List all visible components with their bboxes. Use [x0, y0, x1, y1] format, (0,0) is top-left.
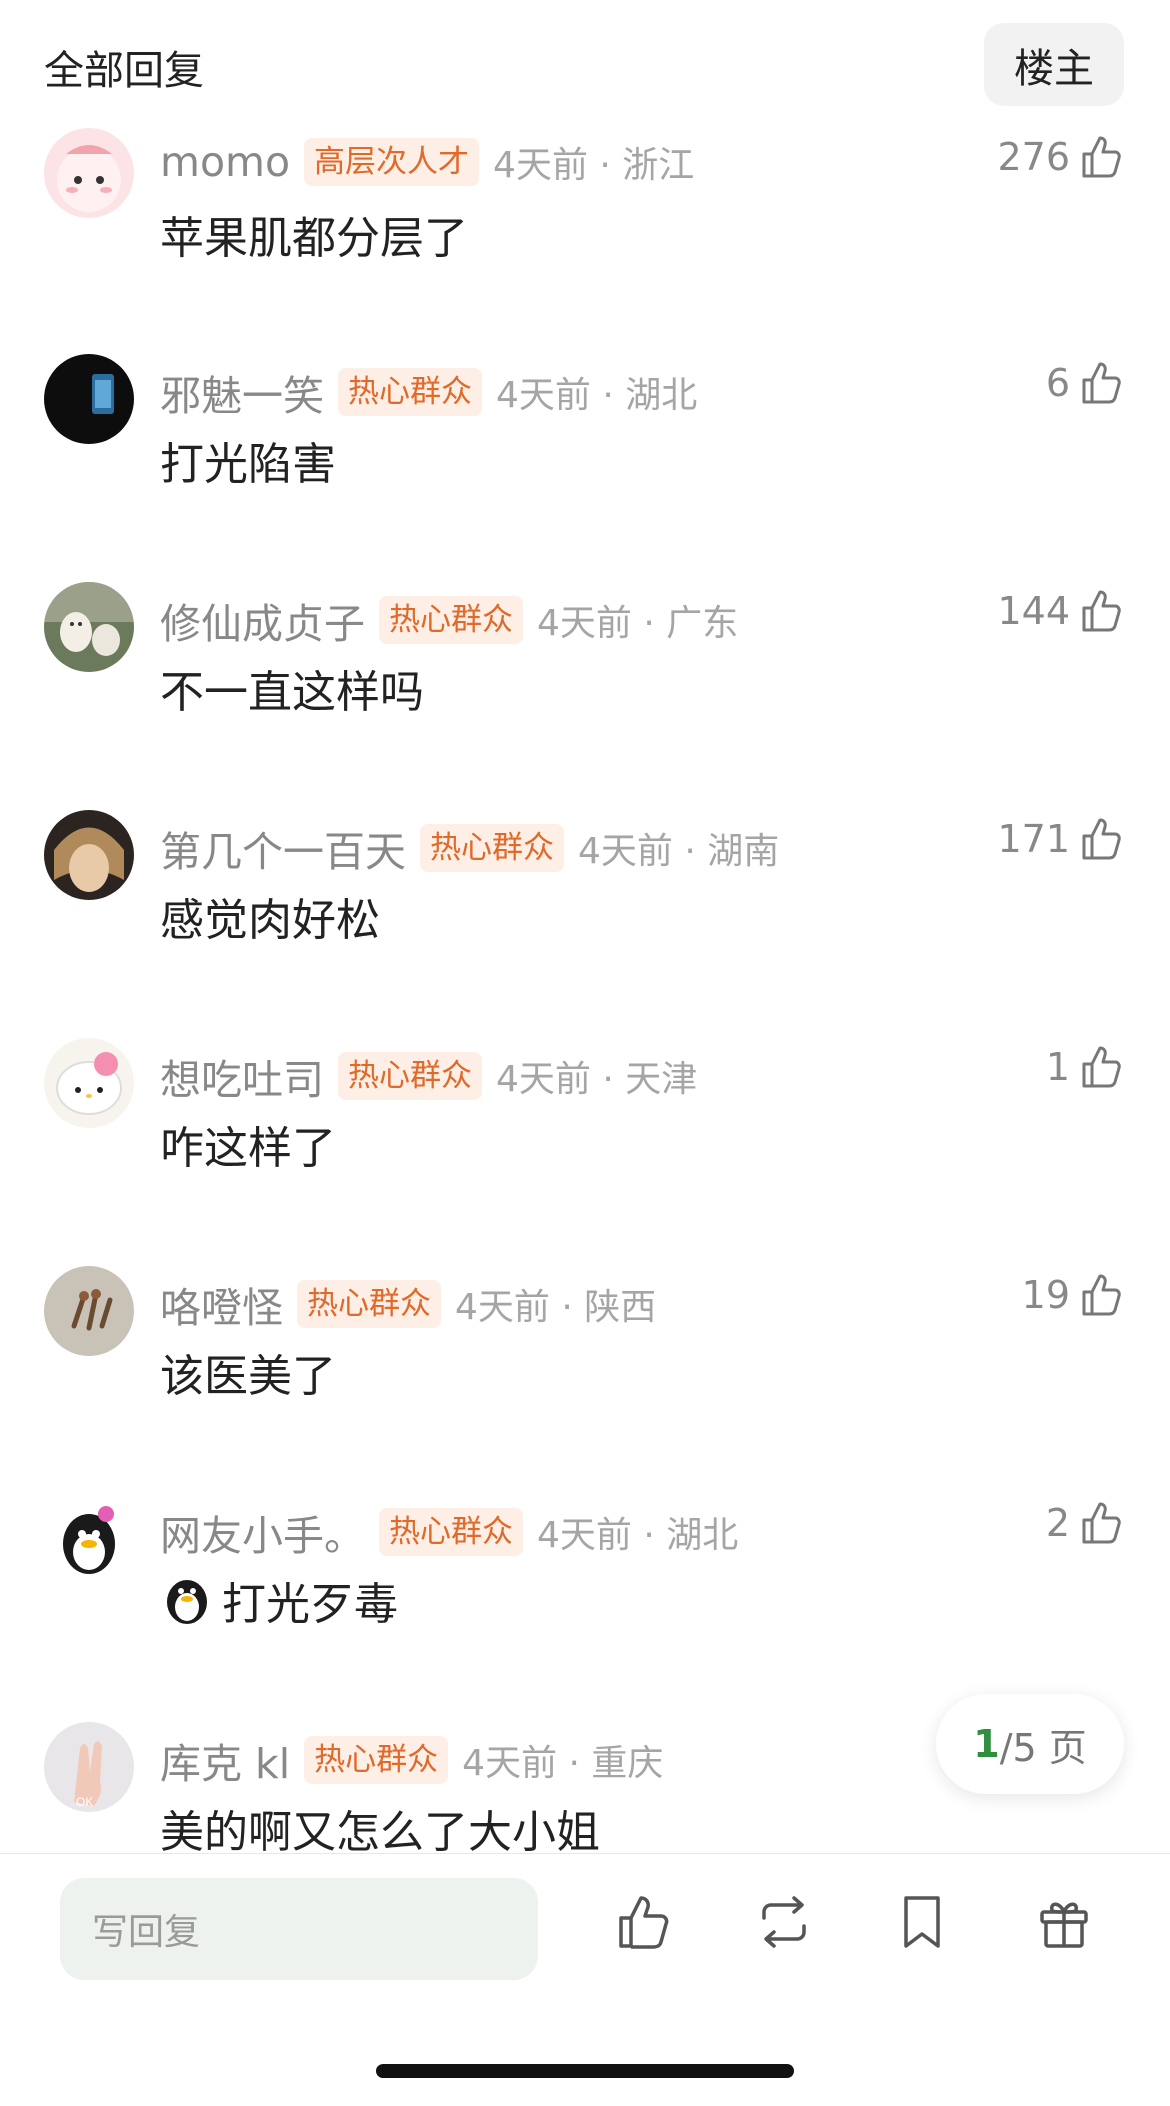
bottom-action-bar: 写回复 [0, 1853, 1170, 2106]
user-badge: 热心群众 [297, 1280, 441, 1328]
comment-text: 美的啊又怎么了大小姐 [160, 1807, 600, 1858]
comment-meta: momo 高层次人才 4天前 · 浙江 [160, 136, 694, 188]
avatar[interactable] [44, 354, 134, 444]
time-location: 4天前 · 湖南 [578, 831, 780, 872]
user-badge: 高层次人才 [304, 138, 480, 186]
home-indicator [376, 2064, 794, 2078]
avatar[interactable] [44, 1038, 134, 1128]
comment-meta: 修仙成贞子 热心群众 4天前 · 广东 [160, 590, 738, 650]
like-count: 171 [997, 817, 1070, 861]
header: 全部回复 楼主 [0, 0, 1170, 120]
like-count: 2 [1045, 1501, 1070, 1545]
comment-item: 邪魅一笑 热心群众 4天前 · 湖北 打光陷害 6 [0, 354, 1170, 582]
avatar[interactable] [44, 810, 134, 900]
avatar[interactable] [44, 582, 134, 672]
username[interactable]: 想吃吐司 [160, 1046, 324, 1106]
thumbs-up-icon [1076, 814, 1126, 864]
like-button[interactable]: 171 [997, 814, 1126, 864]
time-location: 4天前 · 湖北 [537, 1515, 739, 1556]
thumbs-up-icon [1076, 132, 1126, 182]
time-location: 4天前 · 重庆 [462, 1743, 664, 1784]
comment-item: momo 高层次人才 4天前 · 浙江 苹果肌都分层了 276 [0, 128, 1170, 356]
comment-meta: 第几个一百天 热心群众 4天前 · 湖南 [160, 818, 779, 878]
username[interactable]: 修仙成贞子 [160, 590, 365, 650]
like-count: 1 [1045, 1045, 1070, 1089]
like-button[interactable]: 6 [1046, 358, 1126, 408]
user-badge: 热心群众 [338, 368, 482, 416]
thumbs-up-icon [1076, 586, 1126, 636]
time-location: 4天前 · 广东 [537, 603, 739, 644]
total-pages: /5 页 [999, 1725, 1087, 1770]
avatar[interactable] [44, 1266, 134, 1356]
thumbs-up-icon [1076, 1270, 1126, 1320]
comment-text: 该医美了 [160, 1351, 336, 1402]
like-button[interactable]: 2 [1046, 1498, 1126, 1548]
thumbs-up-icon [1076, 1498, 1126, 1548]
page-indicator[interactable]: 1 /5 页 [936, 1694, 1124, 1794]
user-badge: 热心群众 [338, 1052, 482, 1100]
username[interactable]: 第几个一百天 [160, 818, 406, 878]
comment-item: 想吃吐司 热心群众 4天前 · 天津 咋这样了 1 [0, 1038, 1170, 1266]
reply-input[interactable]: 写回复 [60, 1878, 538, 1980]
thumbs-up-icon [1076, 358, 1126, 408]
comment-text: 打光陷害 [160, 439, 336, 490]
comment-text: 打光歹毒 [160, 1568, 398, 1632]
username[interactable]: 网友小手。 [160, 1502, 365, 1562]
comment-meta: 想吃吐司 热心群众 4天前 · 天津 [160, 1046, 697, 1106]
comment-item: 咯噔怪 热心群众 4天前 · 陕西 该医美了 19 [0, 1266, 1170, 1494]
like-button[interactable]: 1 [1046, 1042, 1126, 1092]
avatar[interactable] [44, 1494, 134, 1584]
comment-text: 感觉肉好松 [160, 895, 380, 946]
time-location: 4天前 · 湖北 [496, 375, 698, 416]
like-count: 19 [1021, 1273, 1070, 1317]
comment-meta: 库克 kl 热心群众 4天前 · 重庆 [160, 1730, 663, 1790]
like-post-icon[interactable] [613, 1890, 677, 1954]
current-page: 1 [973, 1722, 1000, 1766]
time-location: 4天前 · 陕西 [455, 1287, 657, 1328]
comment-text: 咋这样了 [160, 1123, 336, 1174]
comment-item: 修仙成贞子 热心群众 4天前 · 广东 不一直这样吗 144 [0, 582, 1170, 810]
avatar[interactable]: OK [44, 1722, 134, 1812]
like-count: 276 [997, 135, 1070, 179]
user-badge: 热心群众 [420, 824, 564, 872]
time-location: 4天前 · 天津 [496, 1059, 698, 1100]
like-count: 144 [997, 589, 1070, 633]
username[interactable]: 邪魅一笑 [160, 362, 324, 422]
gift-icon[interactable] [1032, 1890, 1096, 1954]
like-button[interactable]: 144 [997, 586, 1126, 636]
comment-item: 网友小手。 热心群众 4天前 · 湖北 打光歹毒 2 [0, 1494, 1170, 1722]
comment-text: 不一直这样吗 [160, 667, 424, 718]
penguin-emoji-icon [160, 1573, 214, 1627]
like-button[interactable]: 19 [1022, 1270, 1126, 1320]
comment-meta: 邪魅一笑 热心群众 4天前 · 湖北 [160, 362, 697, 422]
comment-meta: 网友小手。 热心群众 4天前 · 湖北 [160, 1502, 738, 1562]
user-badge: 热心群众 [304, 1736, 449, 1784]
username[interactable]: momo [160, 138, 290, 186]
like-button[interactable]: 276 [997, 132, 1126, 182]
comment-text-content: 打光歹毒 [222, 1579, 398, 1630]
svg-text:OK: OK [76, 1795, 93, 1809]
username[interactable]: 咯噔怪 [160, 1274, 283, 1334]
repost-icon[interactable] [752, 1890, 816, 1954]
bookmark-icon[interactable] [890, 1890, 954, 1954]
comment-meta: 咯噔怪 热心群众 4天前 · 陕西 [160, 1274, 656, 1334]
like-count: 6 [1045, 361, 1070, 405]
username[interactable]: 库克 kl [160, 1730, 290, 1790]
owner-only-button[interactable]: 楼主 [984, 23, 1124, 106]
comment-item: 第几个一百天 热心群众 4天前 · 湖南 感觉肉好松 171 [0, 810, 1170, 1038]
user-badge: 热心群众 [379, 1508, 523, 1556]
thumbs-up-icon [1076, 1042, 1126, 1092]
user-badge: 热心群众 [379, 596, 523, 644]
avatar[interactable] [44, 128, 134, 218]
page-title: 全部回复 [44, 48, 204, 94]
time-location: 4天前 · 浙江 [493, 145, 695, 186]
comment-text: 苹果肌都分层了 [160, 213, 468, 264]
